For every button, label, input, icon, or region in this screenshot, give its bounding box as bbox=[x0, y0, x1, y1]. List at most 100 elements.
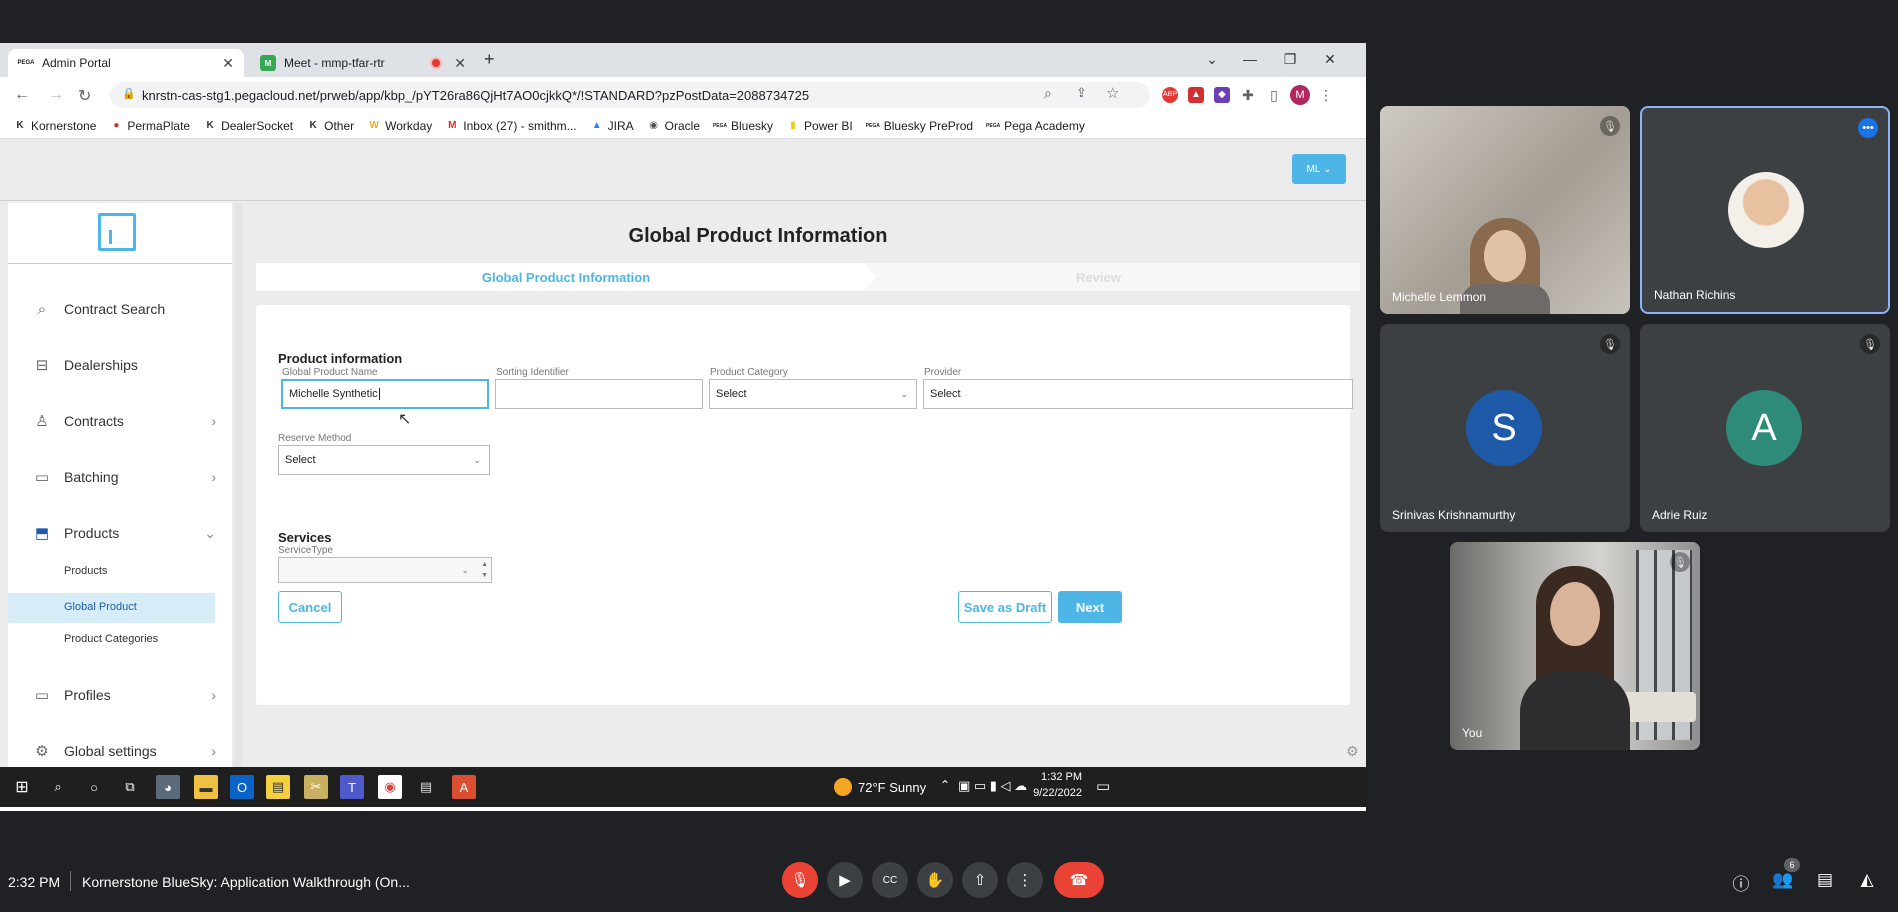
sticky-notes-icon[interactable]: ▤ bbox=[266, 775, 290, 799]
new-tab-icon[interactable]: + bbox=[484, 49, 495, 70]
more-options-button[interactable]: ⋮ bbox=[1007, 862, 1043, 898]
label-product-category: Product Category bbox=[710, 367, 788, 378]
bookmark-powerbi[interactable]: ▮ Power BI bbox=[787, 119, 852, 133]
shared-screen: PEGA Admin Portal ✕ M Meet - mmp-tfar-rt… bbox=[0, 43, 1366, 811]
sidebar-subitem-product-categories[interactable]: Product Categories bbox=[64, 633, 158, 645]
notification-icon[interactable]: ▭ bbox=[1096, 777, 1110, 795]
zoom-icon[interactable]: ⌕ bbox=[1044, 85, 1052, 102]
menu-icon[interactable]: ⋮ bbox=[1318, 87, 1334, 103]
bookmark-star-icon[interactable]: ☆ bbox=[1106, 84, 1119, 102]
participant-tile[interactable]: S 🎙 Srinivas Krishnamurthy bbox=[1380, 324, 1630, 532]
raise-hand-button[interactable]: ✋ bbox=[917, 862, 953, 898]
mic-toggle-button[interactable]: 🎙 bbox=[782, 862, 818, 898]
sidebar-item-profiles[interactable]: ▭ Profiles › bbox=[32, 683, 222, 707]
chrome-icon[interactable]: ◉ bbox=[378, 775, 402, 799]
sidebar-item-contract-search[interactable]: ⌕ Contract Search bbox=[32, 297, 222, 321]
file-explorer-icon[interactable]: ▬ bbox=[194, 775, 218, 799]
adblock-icon[interactable]: ABP bbox=[1162, 87, 1178, 103]
camera-toggle-button[interactable]: ▶ bbox=[827, 862, 863, 898]
global-product-name-input[interactable]: Michelle Synthetic bbox=[281, 379, 489, 409]
reserve-method-select[interactable]: Select ⌄ bbox=[278, 445, 490, 475]
sidebar-scrollbar[interactable] bbox=[234, 203, 242, 767]
stepper-icon[interactable]: ▲ ▼ bbox=[481, 559, 488, 581]
teams-icon[interactable]: T bbox=[340, 775, 364, 799]
outlook-icon[interactable]: O bbox=[230, 775, 254, 799]
sidebar-item-dealerships[interactable]: ⊟ Dealerships bbox=[32, 353, 222, 377]
more-options-icon[interactable]: ••• bbox=[1858, 118, 1878, 138]
save-as-draft-button[interactable]: Save as Draft bbox=[958, 591, 1052, 623]
omnibox[interactable]: 🔒 knrstn-cas-stg1.pegacloud.net/prweb/ap… bbox=[110, 82, 1150, 108]
windows-start-icon[interactable]: ⊞ bbox=[10, 775, 34, 799]
profile-avatar[interactable]: M bbox=[1290, 85, 1310, 105]
reload-icon[interactable]: ↻ bbox=[78, 86, 91, 106]
self-face bbox=[1550, 582, 1600, 646]
sidebar-item-global-settings[interactable]: ⚙ Global settings › bbox=[32, 739, 222, 763]
step-global-product-information[interactable]: Global Product Information bbox=[256, 263, 876, 291]
bookmark-other[interactable]: K Other bbox=[307, 119, 355, 133]
bookmark-oracle[interactable]: ◉ Oracle bbox=[648, 119, 700, 133]
tab-meet[interactable]: M Meet - mmp-tfar-rtr ✕ bbox=[250, 49, 476, 77]
bookmark-kornerstone[interactable]: K Kornerstone bbox=[14, 119, 96, 133]
captions-button[interactable]: CC bbox=[872, 862, 908, 898]
settings-gear-icon[interactable]: ⚙ bbox=[1346, 743, 1359, 760]
bookmark-permaplate[interactable]: ● PermaPlate bbox=[110, 119, 190, 133]
document-icon[interactable]: ▤ bbox=[414, 775, 438, 799]
user-menu-button[interactable]: ML ⌄ bbox=[1292, 154, 1346, 184]
window-close-icon[interactable]: ✕ bbox=[1320, 51, 1340, 68]
close-icon[interactable]: ✕ bbox=[222, 55, 234, 72]
puzzle-icon[interactable]: ✚ bbox=[1240, 87, 1256, 103]
close-icon[interactable]: ✕ bbox=[454, 55, 466, 72]
bookmark-workday[interactable]: W Workday bbox=[368, 119, 432, 133]
cancel-button[interactable]: Cancel bbox=[278, 591, 342, 623]
permaplate-icon: ● bbox=[113, 120, 120, 131]
minimize-icon[interactable]: — bbox=[1240, 51, 1260, 67]
bookmark-jira[interactable]: ▲ JIRA bbox=[591, 119, 634, 133]
tray-chevron-icon[interactable]: ⌃ bbox=[940, 778, 950, 792]
participant-tile[interactable]: 🎙 Michelle Lemmon bbox=[1380, 106, 1630, 314]
next-button[interactable]: Next bbox=[1058, 591, 1122, 623]
people-icon[interactable]: 👥 bbox=[1772, 870, 1794, 890]
extension-icon[interactable]: ◆ bbox=[1214, 87, 1230, 103]
app-icon[interactable]: ◕ bbox=[156, 775, 180, 799]
present-button[interactable]: ⇧ bbox=[962, 862, 998, 898]
tab-search-icon[interactable]: ⌄ bbox=[1202, 51, 1222, 68]
task-view-icon[interactable]: ⧉ bbox=[118, 775, 142, 799]
product-category-select[interactable]: Select ⌄ bbox=[709, 379, 917, 409]
sidebar-subitem-global-product[interactable]: Global Product bbox=[64, 601, 137, 613]
taskbar-time[interactable]: 1:32 PM bbox=[1036, 771, 1082, 783]
self-view-tile[interactable]: 🎙 You bbox=[1450, 542, 1700, 750]
acrobat-icon[interactable]: A bbox=[452, 775, 476, 799]
bookmark-bluesky-preprod[interactable]: PEGA Bluesky PreProd bbox=[866, 119, 973, 133]
bookmark-pega-academy[interactable]: PEGA Pega Academy bbox=[986, 119, 1085, 133]
search-icon[interactable]: ⌕ bbox=[46, 775, 70, 799]
provider-select[interactable]: Select bbox=[923, 379, 1353, 409]
pdf-icon[interactable]: ▲ bbox=[1188, 87, 1204, 103]
info-icon[interactable]: ⓘ bbox=[1730, 870, 1752, 895]
sidebar-item-batching[interactable]: ▭ Batching › bbox=[32, 465, 222, 489]
service-type-select[interactable]: ⌄ ▲ ▼ bbox=[278, 557, 492, 583]
leave-call-button[interactable]: ☎ bbox=[1054, 862, 1104, 898]
activities-icon[interactable]: ◭ bbox=[1856, 870, 1878, 890]
weather-text[interactable]: 72°F Sunny bbox=[858, 780, 926, 795]
restore-icon[interactable]: ❐ bbox=[1280, 51, 1300, 68]
tab-admin-portal[interactable]: PEGA Admin Portal ✕ bbox=[8, 49, 244, 77]
sidebar-item-products[interactable]: ⬒ Products ⌄ bbox=[32, 521, 222, 545]
forward-icon[interactable]: → bbox=[48, 86, 64, 104]
bookmark-inbox[interactable]: M Inbox (27) - smithm... bbox=[446, 119, 577, 133]
sidebar-subitem-products[interactable]: Products bbox=[64, 565, 107, 577]
back-icon[interactable]: ← bbox=[14, 86, 30, 104]
sorting-identifier-input[interactable] bbox=[495, 379, 703, 409]
cortana-icon[interactable]: ○ bbox=[82, 775, 106, 799]
share-icon[interactable]: ⇪ bbox=[1076, 85, 1087, 101]
tray-icons[interactable]: ▣ ▭ ▮ ◁ ☁ bbox=[958, 778, 1027, 794]
chat-icon[interactable]: ▤ bbox=[1814, 870, 1836, 890]
snipping-icon[interactable]: ✂ bbox=[304, 775, 328, 799]
bookmark-bluesky[interactable]: PEGA Bluesky bbox=[713, 119, 773, 133]
sidebar-item-contracts[interactable]: ♙ Contracts › bbox=[32, 409, 222, 433]
bookmark-dealersocket[interactable]: K DealerSocket bbox=[204, 119, 293, 133]
taskbar-date[interactable]: 9/22/2022 bbox=[1032, 787, 1082, 799]
sidebar-icon[interactable]: ▯ bbox=[1266, 87, 1282, 103]
participant-tile[interactable]: A 🎙 Adrie Ruiz bbox=[1640, 324, 1890, 532]
participant-tile-active[interactable]: ••• Nathan Richins bbox=[1640, 106, 1890, 314]
step-review[interactable]: Review bbox=[1076, 270, 1121, 285]
